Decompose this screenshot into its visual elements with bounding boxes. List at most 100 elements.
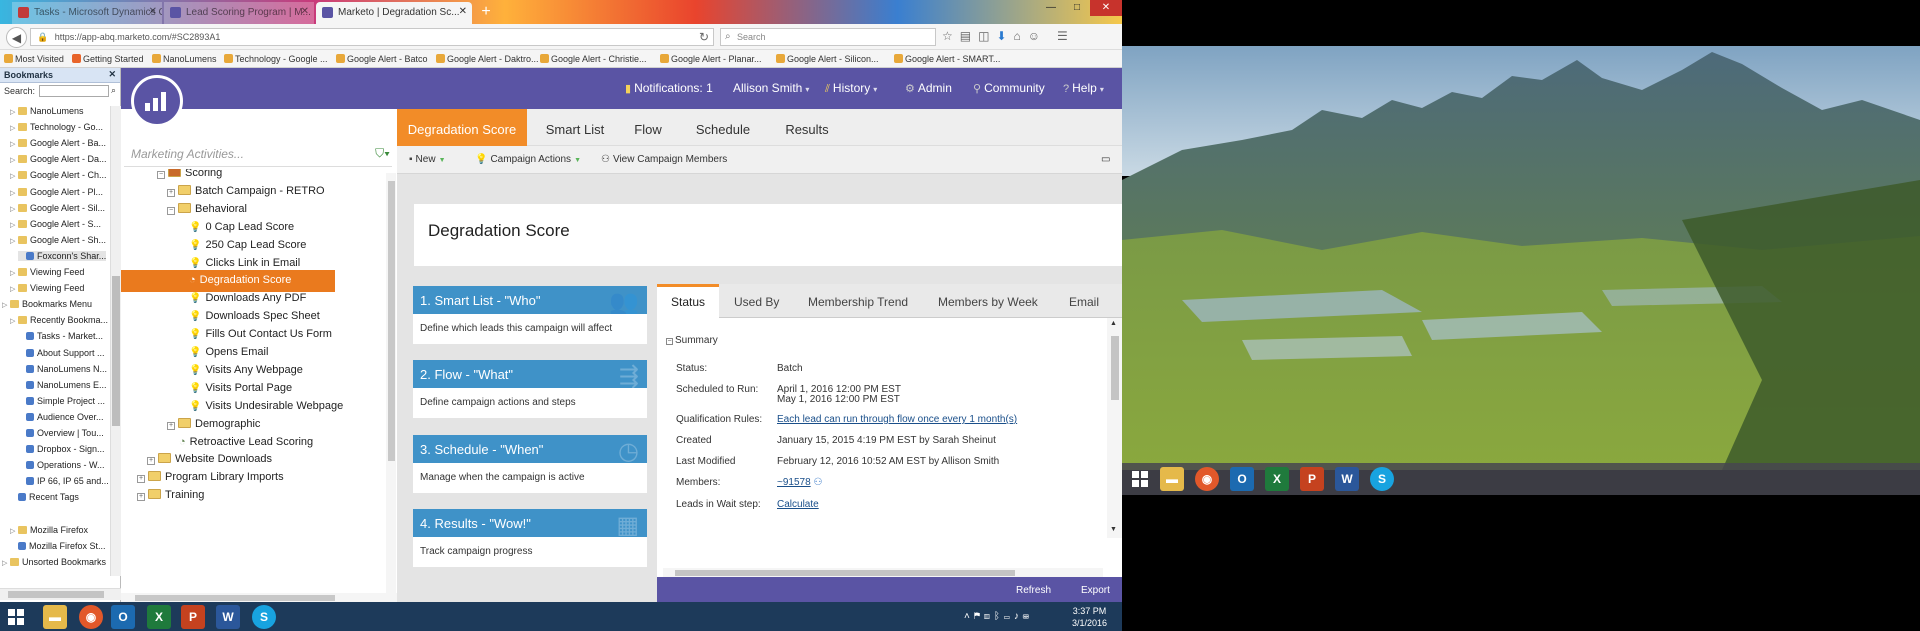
bookmark-tree-item[interactable]: Mozilla Firefox St... (10, 541, 106, 551)
expand-arrow-icon[interactable]: ▷ (10, 189, 18, 197)
scroll-down-icon[interactable]: ▼ (1110, 526, 1117, 533)
expand-arrow-icon[interactable]: ▷ (10, 172, 18, 180)
tree-horizontal-scrollbar[interactable] (121, 593, 397, 602)
bookmark-link[interactable]: Google Alert - Daktro... (436, 54, 539, 64)
url-bar[interactable]: 🔒 https://app-abq.marketo.com/#SC2893A1 … (30, 28, 714, 46)
word-icon[interactable]: W (216, 605, 240, 629)
bookmark-tree-item[interactable]: About Support ... (18, 348, 105, 358)
file-explorer-icon[interactable]: ▬ (43, 605, 67, 629)
expand-arrow-icon[interactable]: ▷ (2, 301, 10, 309)
network-icon[interactable]: ▥ (984, 611, 994, 622)
tab-membership-trend[interactable]: Membership Trend (808, 284, 908, 318)
qualification-link[interactable]: Each lead can run through flow once ever… (777, 414, 1017, 425)
refresh-button[interactable]: Refresh (1016, 585, 1051, 596)
admin-link[interactable]: ⚙ Admin (905, 81, 952, 95)
expand-arrow-icon[interactable]: ▷ (10, 317, 18, 325)
new-button[interactable]: ▪ New ▼ (409, 154, 446, 165)
notifications-button[interactable]: ▮ Notifications: 1 (625, 81, 713, 95)
bookmark-tree-item[interactable]: ▷ Mozilla Firefox (10, 525, 88, 535)
browser-search-input[interactable]: ⌕ Search (720, 28, 936, 46)
collapse-icon[interactable]: − (157, 171, 165, 179)
expand-arrow-icon[interactable]: ▷ (10, 237, 18, 245)
close-tab-icon[interactable]: ✕ (301, 6, 309, 17)
new-tab-button[interactable]: + (476, 2, 496, 22)
collapse-icon[interactable]: − (167, 206, 175, 215)
maximize-panel-icon[interactable]: ▭ (1101, 154, 1110, 165)
calculate-link[interactable]: Calculate (777, 499, 819, 510)
home-icon[interactable]: ⌂ (1014, 29, 1021, 43)
taskbar-clock[interactable]: 3:37 PM 3/1/2016 (1072, 605, 1107, 629)
view-campaign-members-button[interactable]: ⚇ View Campaign Members (601, 154, 727, 165)
close-tab-icon[interactable]: ✕ (459, 6, 467, 17)
start-button[interactable] (4, 605, 28, 629)
browser-tab-lead-scoring[interactable]: Lead Scoring Program | M... ✕ (164, 2, 314, 24)
tab-members-by-week[interactable]: Members by Week (938, 284, 1038, 318)
expand-arrow-icon[interactable]: ▷ (10, 156, 18, 164)
scrollbar-thumb[interactable] (135, 595, 335, 601)
tab-email[interactable]: Email (1069, 284, 1099, 318)
tab-status[interactable]: Status (657, 284, 719, 318)
excel-icon[interactable]: X (147, 605, 171, 629)
step-schedule-card[interactable]: 3. Schedule - "When" ◷ Manage when the ca… (413, 435, 647, 493)
scrollbar-thumb[interactable] (675, 570, 1015, 576)
expand-icon[interactable]: + (167, 421, 175, 430)
expand-icon[interactable]: + (147, 457, 155, 466)
bluetooth-icon[interactable]: ᛒ (994, 611, 1004, 622)
battery-icon[interactable]: ▭ (1004, 611, 1014, 622)
skype-icon[interactable]: S (1370, 467, 1394, 491)
powerpoint-icon[interactable]: P (181, 605, 205, 629)
expand-icon[interactable]: + (137, 475, 145, 484)
bookmark-link[interactable]: Google Alert - Planar... (660, 54, 762, 64)
expand-arrow-icon[interactable]: ▷ (10, 269, 18, 277)
bookmark-tree-item[interactable]: NanoLumens E... (18, 380, 107, 390)
expand-arrow-icon[interactable]: ▷ (10, 124, 18, 132)
bookmark-tree-item[interactable]: ▷ Google Alert - Da... (10, 154, 107, 164)
bookmark-tree-item[interactable]: ▷ Google Alert - Sh... (10, 235, 106, 245)
bookmarks-vertical-scrollbar[interactable] (110, 106, 121, 576)
hamburger-menu-icon[interactable]: ☰ (1057, 29, 1068, 43)
bookmark-tree-item[interactable]: Tasks - Market... (18, 331, 103, 341)
chevron-up-icon[interactable]: ˄ (964, 611, 974, 622)
tab-schedule[interactable]: Schedule (677, 109, 769, 146)
members-link[interactable]: ~91578 (777, 477, 811, 488)
expand-icon[interactable]: + (137, 493, 145, 502)
scroll-up-icon[interactable]: ▲ (1110, 320, 1117, 327)
bookmark-tree-item[interactable]: Overview | Tou... (18, 428, 104, 438)
bookmark-tree-item[interactable]: ▷ Google Alert - Pl... (10, 187, 103, 197)
maximize-button[interactable]: □ (1064, 0, 1090, 16)
bookmark-tree-item[interactable]: ▷ Google Alert - Ba... (10, 138, 106, 148)
outlook-icon[interactable]: O (1230, 467, 1254, 491)
wait-step-value[interactable]: Calculate (777, 499, 819, 510)
members-value[interactable]: ~91578 ⚇ (777, 477, 822, 488)
bookmark-tree-item[interactable]: ▷ Google Alert - S... (10, 219, 101, 229)
bookmarks-search-input[interactable] (39, 84, 109, 97)
bookmark-tree-item[interactable]: ▷ Google Alert - Sil... (10, 203, 105, 213)
export-button[interactable]: Export (1081, 585, 1110, 596)
bookmark-link[interactable]: NanoLumens (152, 54, 217, 64)
bookmark-tree-item[interactable]: ▷ Bookmarks Menu (2, 299, 92, 309)
campaign-actions-button[interactable]: 💡 Campaign Actions ▼ (475, 154, 581, 165)
flag-icon[interactable]: ⚑ (974, 611, 984, 622)
expand-arrow-icon[interactable]: ▷ (10, 527, 18, 535)
back-button[interactable]: ◀ (6, 27, 27, 48)
expand-arrow-icon[interactable]: ▷ (10, 205, 18, 213)
bookmark-tree-item[interactable]: ▷ Unsorted Bookmarks (2, 557, 106, 567)
minimize-button[interactable]: — (1038, 0, 1064, 16)
firefox-icon[interactable]: ◉ (79, 605, 103, 629)
bookmark-tree-item[interactable]: Foxconn's Shar... (18, 250, 107, 261)
summary-vertical-scrollbar[interactable]: ▲ ▼ (1107, 318, 1122, 538)
bookmark-link[interactable]: Google Alert - SMART... (894, 54, 1000, 64)
volume-icon[interactable]: ♪ (1014, 611, 1023, 622)
tab-degradation-score[interactable]: Degradation Score (397, 109, 527, 146)
bookmark-tree-item[interactable]: Simple Project ... (18, 396, 105, 406)
close-window-button[interactable]: ✕ (1090, 0, 1122, 16)
marketo-logo[interactable] (131, 75, 183, 127)
filter-icon[interactable]: ⛉▾ (375, 146, 390, 161)
bookmark-link[interactable]: Getting Started (72, 54, 144, 64)
bookmark-link[interactable]: Most Visited (4, 54, 64, 64)
bookmarks-horizontal-scrollbar[interactable] (0, 588, 121, 600)
file-explorer-icon[interactable]: ▬ (1160, 467, 1184, 491)
start-button[interactable] (1128, 467, 1152, 491)
bookmark-star-icon[interactable]: ☆ (942, 29, 953, 43)
expand-arrow-icon[interactable]: ▷ (10, 221, 18, 229)
